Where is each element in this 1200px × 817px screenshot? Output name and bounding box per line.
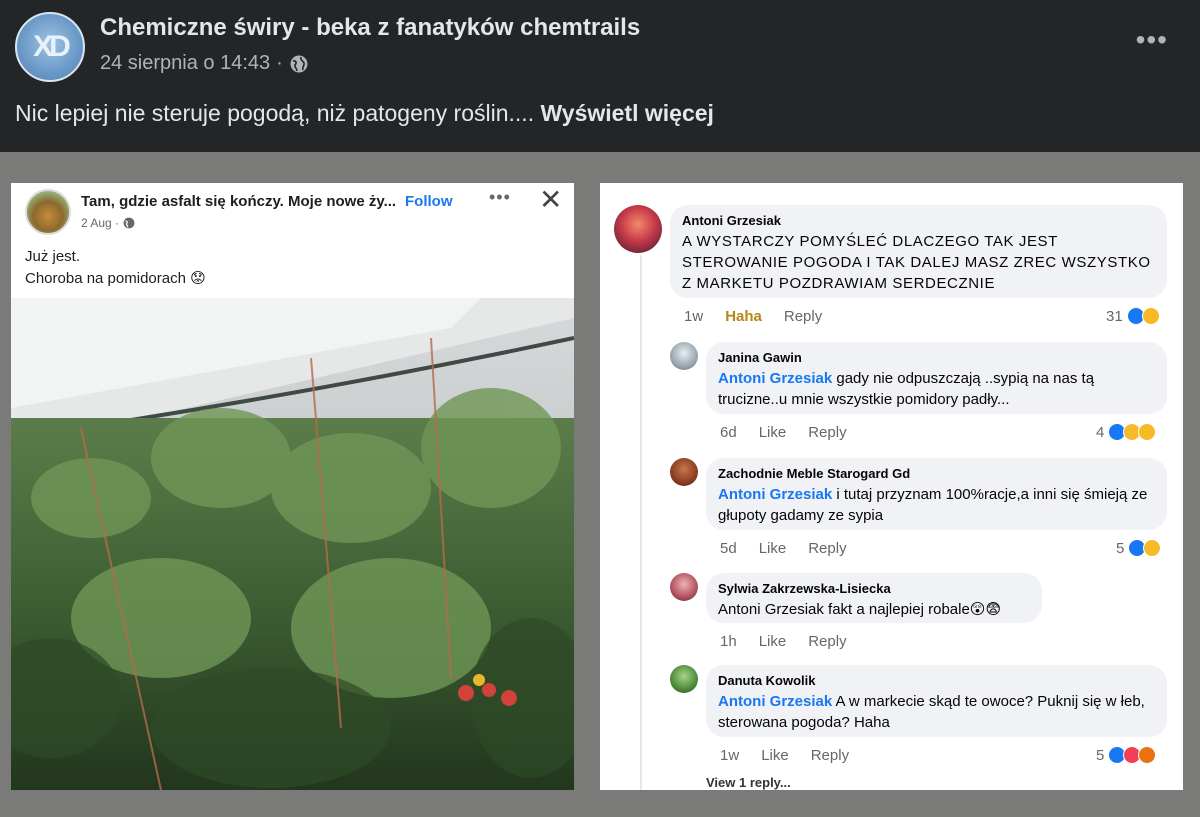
comment-author: Zachodnie Meble Starogard Gd [718, 466, 911, 481]
reaction-summary: 31 [1106, 307, 1160, 325]
embedded-author-name: Tam, gdzie asfalt się kończy. Moje nowe … [81, 193, 397, 210]
reply-link: Reply [783, 308, 823, 325]
comment-time: 1h [720, 633, 737, 650]
comment-actions: 1w Like Reply [720, 747, 849, 764]
thread-line [640, 255, 642, 790]
post-image[interactable]: Tam, gdzie asfalt się kończy. Moje nowe … [0, 152, 1200, 817]
comment-bubble: Danuta Kowolik Antoni Grzesiak A w marke… [706, 665, 1167, 737]
reply-link: Reply [808, 424, 847, 441]
reaction-summary: 5 [1116, 539, 1162, 557]
comment-text: Antoni Grzesiak fakt a najlepiej robale😲… [718, 601, 1002, 618]
embedded-more-icon: ••• [489, 187, 511, 207]
haha-reaction-label: Haha [725, 308, 762, 325]
embedded-follow-button: Follow [405, 193, 453, 210]
comment-avatar-sylwia [670, 573, 698, 601]
reply-link: Reply [808, 633, 847, 650]
reaction-count: 31 [1106, 307, 1123, 325]
comment-author: Sylwia Zakrzewska-Lisiecka [718, 581, 891, 596]
post-text: Nic lepiej nie steruje pogodą, niż patog… [15, 100, 714, 127]
comment-text: Antoni Grzesiak gady nie odpuszczają ..s… [718, 368, 1155, 410]
like-link: Like [758, 424, 787, 441]
embedded-globe-icon [123, 217, 135, 229]
post-text-body: Nic lepiej nie steruje pogodą, niż patog… [15, 100, 541, 126]
comment-avatar-danuta [670, 665, 698, 693]
group-name[interactable]: Chemiczne świry - beka z fanatyków chemt… [100, 14, 640, 42]
embedded-author-avatar [25, 189, 71, 235]
globe-icon [290, 55, 308, 72]
reaction-summary: 5 [1096, 746, 1157, 764]
greenhouse-tomatoes-photo [11, 298, 574, 790]
like-link: Like [761, 747, 789, 764]
comment-bubble: Zachodnie Meble Starogard Gd Antoni Grze… [706, 458, 1167, 530]
comment-time: 5d [720, 540, 737, 557]
angry-reaction-icon [1138, 746, 1157, 764]
comment-mention: Antoni Grzesiak [718, 486, 833, 503]
like-link: Like [758, 633, 787, 650]
comment-actions: 1w Haha Reply [684, 308, 822, 325]
embedded-close-icon: ✕ [539, 184, 563, 215]
comment-text: Antoni Grzesiak i tutaj przyznam 100%rac… [718, 484, 1155, 526]
reaction-count: 5 [1096, 746, 1105, 764]
reaction-count: 5 [1116, 539, 1125, 557]
comment-actions: 5d Like Reply [720, 540, 847, 557]
comment-bubble: Antoni Grzesiak A WYSTARCZY POMYŚLEĆ DLA… [670, 205, 1167, 298]
post-meta: 24 sierpnia o 14:43 · [100, 52, 309, 75]
comment-bubble: Janina Gawin Antoni Grzesiak gady nie od… [706, 342, 1167, 414]
embedded-post-text-line2: Choroba na pomidorach 😟 [25, 270, 206, 287]
haha-reaction-icon [1141, 307, 1160, 325]
view-reply-link: View 1 reply... [706, 775, 791, 790]
reply-link: Reply [810, 747, 850, 764]
comment-time: 1w [720, 747, 740, 764]
comment-mention: Antoni Grzesiak [718, 693, 833, 710]
sad-reaction-icon [1138, 423, 1157, 441]
comment-avatar-zachodnie-meble [670, 458, 698, 486]
comment-author: Janina Gawin [718, 350, 802, 365]
embedded-post-text-line1: Już jest. [25, 248, 81, 265]
comment-bubble: Sylwia Zakrzewska-Lisiecka Antoni Grzesi… [706, 573, 1042, 623]
group-avatar[interactable]: XD [15, 12, 85, 82]
comment-text: A WYSTARCZY POMYŚLEĆ DLACZEGO TAK JEST S… [682, 233, 1151, 292]
post-date[interactable]: 24 sierpnia o 14:43 [100, 52, 270, 75]
embedded-post-date: 2 Aug · [81, 216, 120, 230]
reaction-summary: 4 [1096, 423, 1157, 441]
reply-link: Reply [808, 540, 847, 557]
embedded-post-meta: 2 Aug · [81, 216, 135, 230]
reaction-count: 4 [1096, 423, 1105, 441]
like-link: Like [758, 540, 787, 557]
comment-time: 1w [684, 308, 704, 325]
comment-author: Danuta Kowolik [718, 673, 816, 688]
comment-text: Antoni Grzesiak A w markecie skąd te owo… [718, 691, 1155, 733]
comment-time: 6d [720, 424, 737, 441]
comment-avatar-janina [670, 342, 698, 370]
more-options-icon[interactable]: ••• [1136, 26, 1168, 54]
post-header: XD Chemiczne świry - beka z fanatyków ch… [0, 0, 1200, 152]
comments-screenshot: Antoni Grzesiak A WYSTARCZY POMYŚLEĆ DLA… [600, 183, 1183, 790]
comment-author: Antoni Grzesiak [682, 213, 781, 228]
comment-avatar-antoni [614, 205, 662, 253]
comment-actions: 1h Like Reply [720, 633, 847, 650]
comment-actions: 6d Like Reply [720, 424, 847, 441]
embedded-post-screenshot: Tam, gdzie asfalt się kończy. Moje nowe … [11, 183, 574, 790]
haha-reaction-icon [1143, 539, 1162, 557]
comment-mention: Antoni Grzesiak [718, 370, 833, 387]
meta-separator: · [276, 52, 283, 74]
see-more-link[interactable]: Wyświetl więcej [540, 100, 713, 126]
